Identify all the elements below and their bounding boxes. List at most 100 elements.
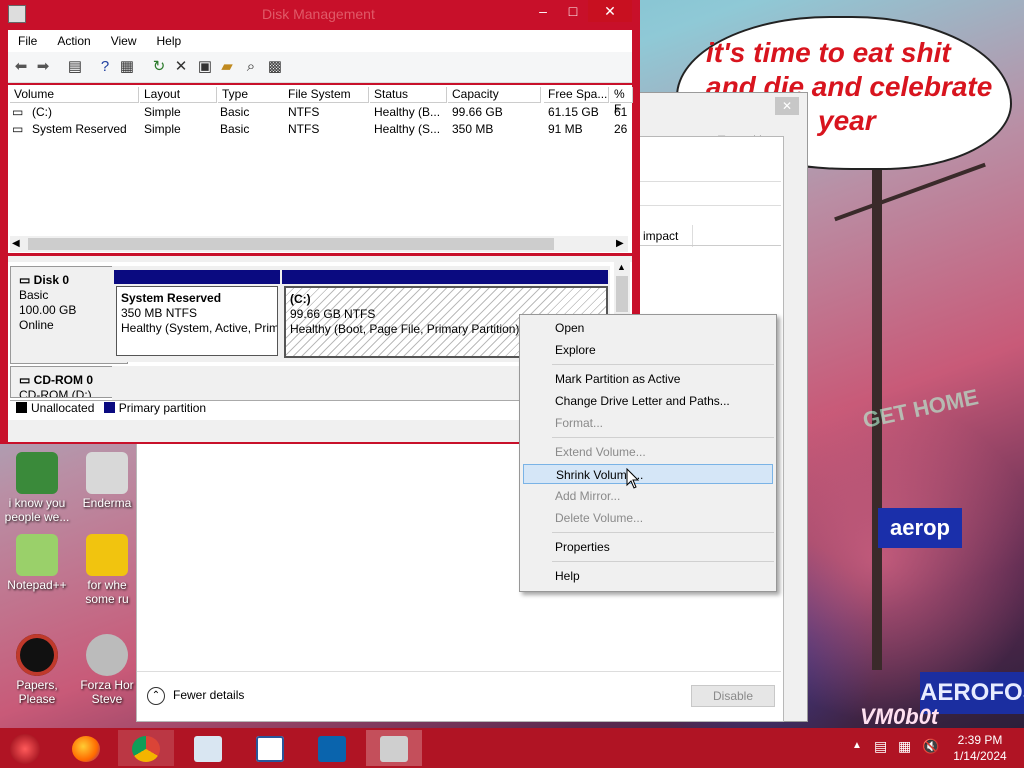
column-header[interactable]: File System <box>284 87 369 103</box>
help-icon[interactable]: ? <box>96 58 114 76</box>
menu-view[interactable]: View <box>101 30 147 52</box>
menu-help[interactable]: Help <box>147 30 192 52</box>
menu-action[interactable]: Action <box>47 30 100 52</box>
desktop-icon-video[interactable]: i know you people we... <box>4 452 70 524</box>
table-row[interactable]: ▭ System Reserved Simple Basic NTFS Heal… <box>10 121 630 138</box>
disk-management-icon <box>8 5 26 23</box>
column-header[interactable]: Type <box>218 87 287 103</box>
back-arrow-icon[interactable]: ⬅ <box>12 58 30 76</box>
volume-muted-icon[interactable]: 🔇 <box>922 738 939 755</box>
minimize-icon[interactable]: – <box>530 0 556 22</box>
firefox-icon <box>72 736 100 762</box>
network-icon[interactable]: ▦ <box>898 738 911 755</box>
partition-system-reserved[interactable]: System Reserved 350 MB NTFS Healthy (Sys… <box>116 286 278 356</box>
legend-label: Unallocated <box>31 401 95 415</box>
cdrom-name: ▭ CD-ROM 0 <box>19 373 94 387</box>
desktop-icon-enderman[interactable]: Enderma <box>74 452 140 510</box>
fewer-details-link[interactable]: Fewer details <box>173 688 244 702</box>
table-row[interactable]: ▭ (C:) Simple Basic NTFS Healthy (B... 9… <box>10 104 630 121</box>
menu-item-add-mirror[interactable]: Add Mirror... <box>523 486 773 506</box>
column-header[interactable]: Volume <box>10 87 139 103</box>
column-header-startup-impact[interactable]: p impact <box>633 225 694 247</box>
scrollbar-thumb[interactable] <box>28 238 554 250</box>
show-hide-console-icon[interactable]: ▤ <box>66 58 84 76</box>
menu-item-open[interactable]: Open <box>523 318 773 338</box>
word-icon <box>256 736 284 762</box>
desktop-icon-forza[interactable]: Forza Hor Steve <box>74 634 140 706</box>
menu-separator <box>552 364 774 365</box>
column-header[interactable]: Status <box>370 87 447 103</box>
cdrom-header[interactable]: ▭ CD-ROM 0 CD-ROM (D:) <box>10 366 128 398</box>
menu-item-mark-active[interactable]: Mark Partition as Active <box>523 369 773 389</box>
panel-icon[interactable]: ▦ <box>118 58 136 76</box>
maximize-icon[interactable]: □ <box>560 0 586 22</box>
taskbar-firefox[interactable] <box>58 730 114 766</box>
taskbar-outlook[interactable] <box>304 730 360 766</box>
partition-name: System Reserved <box>121 291 222 305</box>
taskbar-word[interactable] <box>242 730 298 766</box>
menu-separator <box>552 532 774 533</box>
disk-size: 100.00 GB <box>19 303 77 317</box>
toolbar: ⬅ ➡ ▤ ? ▦ ↻ ✕ ▣ ▰ ⌕ ▩ <box>8 52 632 83</box>
delete-icon[interactable]: ✕ <box>172 58 190 76</box>
forward-arrow-icon[interactable]: ➡ <box>34 58 52 76</box>
wallpaper-wire <box>834 162 986 222</box>
cdrom-drive: CD-ROM (D:) <box>19 388 92 398</box>
open-folder-icon[interactable]: ▰ <box>218 58 236 76</box>
column-header[interactable]: Capacity <box>448 87 541 103</box>
desktop-icon-forwhe[interactable]: for whe some ru <box>74 534 140 606</box>
papers-please-icon <box>16 634 58 676</box>
menu-item-change-drive-letter[interactable]: Change Drive Letter and Paths... <box>523 391 773 411</box>
menu-item-help[interactable]: Help <box>523 566 773 586</box>
properties-icon[interactable]: ▣ <box>196 58 214 76</box>
desktop-icon-label: Forza Hor Steve <box>80 678 134 706</box>
legend-swatch-primary <box>103 402 115 413</box>
video-file-icon <box>16 452 58 494</box>
taskbar-chrome[interactable] <box>118 730 174 766</box>
disk-icon: ▭ <box>19 273 34 287</box>
menu-item-delete-volume[interactable]: Delete Volume... <box>523 508 773 528</box>
table-cell: 61.15 GB <box>548 105 599 119</box>
system-clock[interactable]: 2:39 PM 1/14/2024 <box>940 732 1020 764</box>
scroll-left-icon[interactable]: ◀ <box>12 236 20 252</box>
column-header[interactable]: % F <box>610 87 633 116</box>
menu-file[interactable]: File <box>8 30 47 52</box>
column-header[interactable]: Free Spa... <box>544 87 609 103</box>
refresh-icon[interactable]: ↻ <box>150 58 168 76</box>
close-icon[interactable]: ✕ <box>775 97 799 115</box>
menu-item-shrink-volume[interactable]: Shrink Volume... <box>523 464 773 484</box>
partition-size: 350 MB NTFS <box>121 306 198 320</box>
notepadpp-icon <box>16 534 58 576</box>
disable-button[interactable]: Disable <box>691 685 775 707</box>
desktop-icon-notepadpp[interactable]: Notepad++ <box>4 534 70 592</box>
taskbar-task-manager[interactable] <box>180 730 236 766</box>
desktop-icon-papers-please[interactable]: Papers, Please <box>4 634 70 706</box>
close-icon[interactable]: ✕ <box>588 0 632 22</box>
action-center-icon[interactable]: ▤ <box>874 738 887 755</box>
legend-label: Primary partition <box>118 401 207 415</box>
legend-swatch-unallocated <box>16 402 27 413</box>
table-cell: Basic <box>220 105 250 119</box>
desktop-icon-label: Enderma <box>82 496 132 510</box>
menu-item-explore[interactable]: Explore <box>523 340 773 360</box>
bubble-line: it's time to eat shit <box>706 37 951 68</box>
settings-icon[interactable]: ▩ <box>266 58 284 76</box>
search-icon[interactable]: ⌕ <box>242 58 260 76</box>
desktop-icon-label: Papers, Please <box>16 678 58 706</box>
show-hidden-icons-icon[interactable]: ▲ <box>852 740 862 751</box>
scroll-right-icon[interactable]: ▶ <box>616 236 624 252</box>
menu-item-format[interactable]: Format... <box>523 413 773 433</box>
outlook-icon <box>318 736 346 762</box>
column-header[interactable]: Layout <box>140 87 217 103</box>
scroll-up-icon[interactable]: ▲ <box>617 262 626 272</box>
start-button-icon[interactable] <box>10 734 40 764</box>
menu-item-properties[interactable]: Properties <box>523 537 773 557</box>
menu-item-extend-volume[interactable]: Extend Volume... <box>523 442 773 462</box>
context-menu: Open Explore Mark Partition as Active Ch… <box>519 314 777 592</box>
chevron-up-icon[interactable]: ⌃ <box>147 687 165 705</box>
table-cell: NTFS <box>288 105 320 119</box>
disk0-header[interactable]: ▭ Disk 0 Basic 100.00 GB Online <box>10 266 128 364</box>
scrollbar-thumb[interactable] <box>616 276 628 312</box>
taskbar-disk-management[interactable] <box>366 730 422 766</box>
watermark-text: VM0b0t <box>860 704 939 729</box>
